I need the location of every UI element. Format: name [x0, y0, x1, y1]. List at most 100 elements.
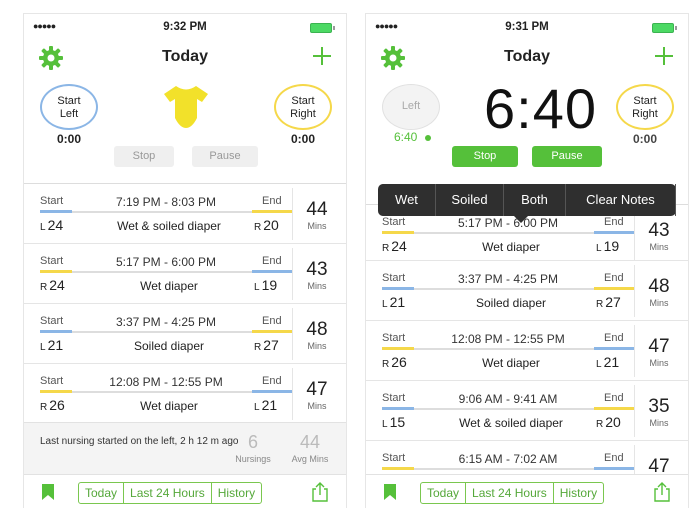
add-icon[interactable] [652, 44, 676, 68]
list-item[interactable]: Start 3:37 PM - 4:25 PM End L 21 Soiled d… [24, 304, 346, 364]
diaper-note-popover: Wet Soiled Both Clear Notes [378, 184, 676, 223]
start-right-button[interactable]: Start Right [616, 84, 674, 130]
popover-soiled[interactable]: Soiled [436, 184, 504, 216]
start-side-mins: R 24 [40, 277, 65, 293]
bottom-toolbar: Today Last 24 Hours History [366, 474, 688, 508]
start-label: Start [382, 216, 406, 228]
total-mins: 43 [648, 220, 670, 241]
end-side-mins: L 21 [596, 354, 619, 370]
end-side-letter: L [254, 402, 260, 413]
start-label: Start [40, 375, 64, 387]
popover-clear-notes[interactable]: Clear Notes [566, 184, 676, 216]
popover-wet[interactable]: Wet [378, 184, 436, 216]
list-item[interactable]: Start 3:37 PM - 4:25 PM End L 21 Soiled d… [366, 261, 688, 321]
page-title: Today [162, 48, 208, 65]
left-side-time: 0:00 [56, 132, 82, 146]
pause-button[interactable]: Pause [192, 146, 258, 167]
start-side-bar [40, 270, 72, 273]
divider [634, 385, 635, 437]
nav-bar: Today [24, 44, 346, 72]
tab-last-24-hours[interactable]: Last 24 Hours [124, 483, 212, 503]
list-item[interactable]: Start 12:08 PM - 12:55 PM End R 26 Wet di… [24, 364, 346, 424]
onesie-icon [164, 86, 208, 128]
bookmark-icon[interactable] [42, 484, 54, 500]
nursing-timer: 6:40 [484, 77, 597, 140]
start-right-label: Start [633, 95, 657, 107]
start-side-letter: R [40, 402, 48, 413]
share-icon[interactable] [652, 482, 672, 502]
popover-both[interactable]: Both [504, 184, 566, 216]
mins-label: Mins [307, 281, 327, 291]
start-side-value: 24 [391, 238, 407, 254]
end-side-letter: L [596, 243, 602, 254]
start-side-bar [40, 390, 72, 393]
tab-today[interactable]: Today [421, 483, 467, 503]
add-icon[interactable] [310, 44, 334, 68]
end-side-value: 21 [261, 397, 278, 413]
battery-icon [652, 23, 677, 33]
list-item[interactable]: Start 9:06 AM - 9:41 AM End L 15 Wet & so… [366, 381, 688, 441]
start-side-mins: R 26 [382, 354, 407, 370]
right-screen: ●●●●● 9:31 PM Today Left 6:40 6:40 Start… [366, 14, 688, 508]
end-side-bar [594, 231, 634, 234]
mins-label: Mins [649, 358, 669, 368]
divider [292, 188, 293, 240]
start-side-bar [382, 287, 414, 290]
mins-label: Mins [307, 221, 327, 231]
diaper-note: Soiled diaper [475, 296, 547, 310]
start-label: Start [382, 392, 406, 404]
left-side-button[interactable]: Left [382, 84, 440, 130]
share-icon[interactable] [310, 482, 330, 502]
end-label: End [262, 195, 282, 207]
start-label: Start [382, 272, 406, 284]
pause-button[interactable]: Pause [532, 146, 602, 167]
end-side-value: 27 [605, 294, 621, 310]
list-item[interactable]: Start 5:17 PM - 6:00 PM End R 24 Wet diap… [24, 244, 346, 304]
start-right-button[interactable]: Start Right [274, 84, 332, 130]
divider [634, 209, 635, 261]
end-side-bar [252, 390, 292, 393]
end-label: End [604, 392, 624, 404]
start-side-bar [40, 210, 72, 213]
start-side-mins: R 26 [40, 397, 65, 413]
mins-label: Mins [649, 418, 669, 428]
start-side-letter: R [382, 243, 390, 254]
end-side-value: 19 [261, 277, 278, 293]
tab-today[interactable]: Today [79, 483, 125, 503]
divider [292, 368, 293, 420]
left-screen: ●●●●● 9:32 PM Today Start Left 0:00 Star… [24, 14, 346, 508]
range-segmented-control: Today Last 24 Hours History [78, 482, 263, 504]
end-side-mins: R 20 [596, 414, 621, 430]
bookmark-icon[interactable] [384, 484, 396, 500]
start-left-button[interactable]: Start Left [40, 84, 98, 130]
right-side-time: 0:00 [290, 132, 316, 146]
end-side-value: 21 [603, 354, 620, 370]
bottom-toolbar: Today Last 24 Hours History [24, 474, 346, 508]
end-side-bar [594, 287, 634, 290]
diaper-note: Wet diaper [482, 240, 540, 254]
mins-label: Mins [307, 341, 327, 351]
mins-label: Mins [649, 242, 669, 252]
diaper-note: Wet & soiled diaper [459, 416, 563, 430]
total-mins: 47 [306, 379, 328, 400]
start-left-label: Start [57, 95, 81, 107]
stop-button[interactable]: Stop [114, 146, 174, 167]
tab-history[interactable]: History [212, 483, 261, 503]
start-side-value: 26 [391, 354, 407, 370]
list-item[interactable]: Start 7:19 PM - 8:03 PM End L 24 Wet & so… [24, 184, 346, 244]
end-side-value: 20 [605, 414, 621, 430]
end-label: End [262, 255, 282, 267]
end-label: End [262, 375, 282, 387]
diaper-note: Wet diaper [482, 356, 540, 370]
start-label: Start [40, 315, 64, 327]
end-side-value: 27 [263, 337, 279, 353]
diaper-note: Wet diaper [140, 279, 198, 293]
stop-button[interactable]: Stop [452, 146, 518, 167]
end-side-mins: R 20 [254, 217, 279, 233]
list-item[interactable]: Start 12:08 PM - 12:55 PM End R 26 Wet di… [366, 321, 688, 381]
start-side-bar [382, 347, 414, 350]
tab-history[interactable]: History [554, 483, 603, 503]
total-mins: 47 [648, 336, 670, 357]
tab-last-24-hours[interactable]: Last 24 Hours [466, 483, 554, 503]
nursing-list: Start 7:19 PM - 8:03 PM End L 24 Wet & so… [24, 183, 346, 424]
